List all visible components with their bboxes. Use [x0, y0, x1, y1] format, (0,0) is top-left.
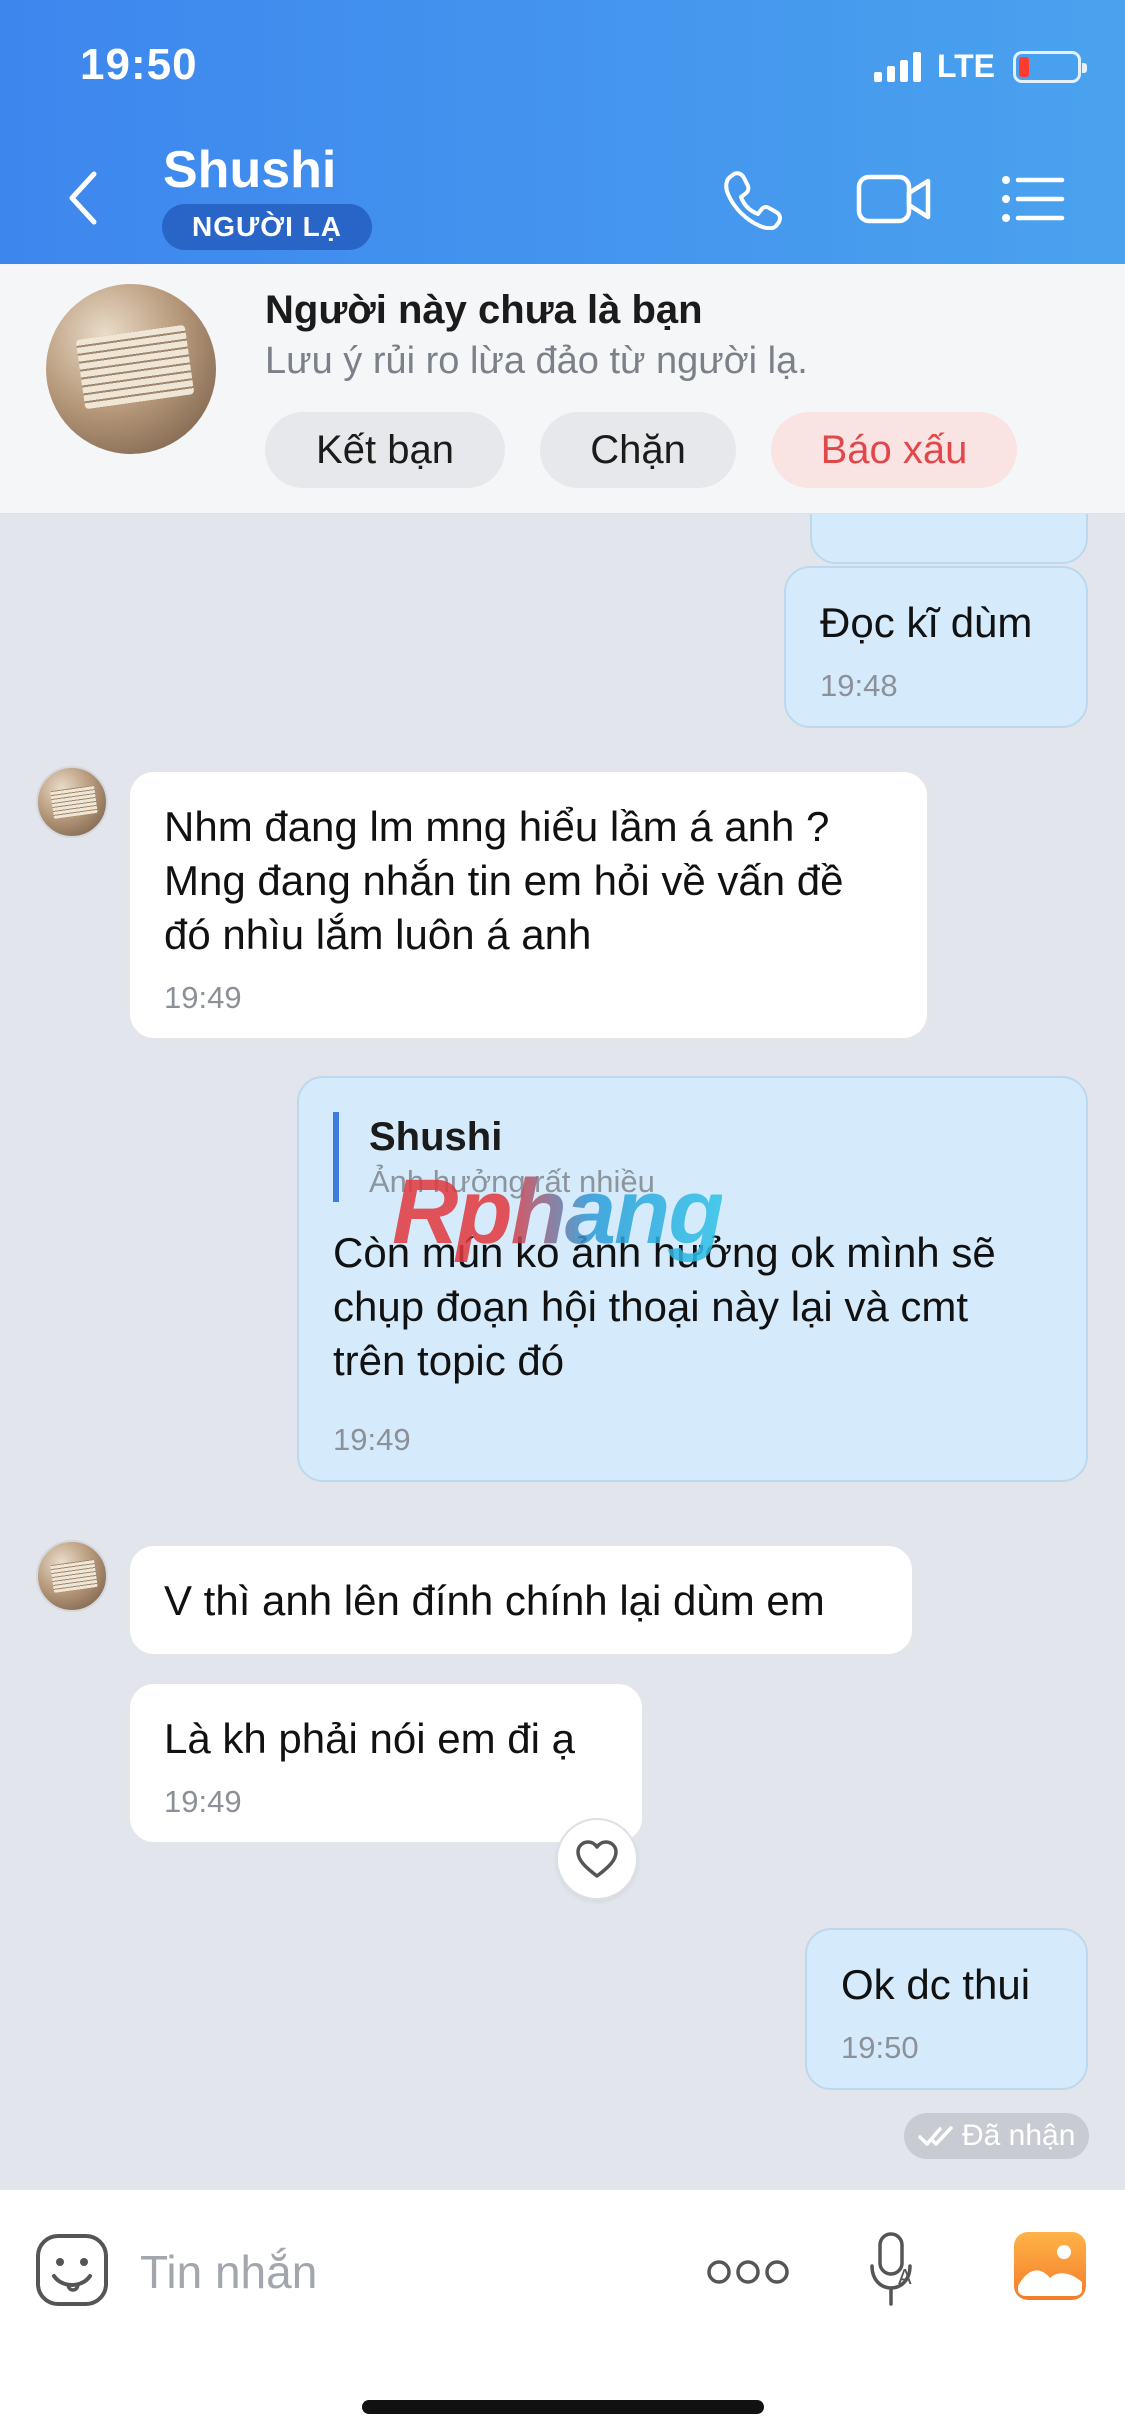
sender-avatar[interactable] — [36, 766, 108, 838]
mic-translate-icon: A — [870, 2232, 912, 2306]
battery-icon — [1013, 50, 1087, 83]
react-button[interactable] — [556, 1818, 638, 1900]
delivery-status-text: Đã nhận — [962, 2119, 1076, 2152]
list-menu-icon — [1002, 176, 1065, 222]
message-input[interactable] — [140, 2240, 660, 2304]
message-text: Nhm đang lm mng hiểu lầm á anh ? Mng đan… — [164, 803, 844, 958]
contact-name[interactable]: Shushi — [163, 140, 336, 200]
message-time: 19:49 — [333, 1422, 411, 1457]
more-options-button[interactable] — [706, 2256, 790, 2288]
add-friend-button[interactable]: Kết bạn — [265, 412, 505, 488]
heart-icon — [576, 1840, 618, 1878]
message-bubble-outgoing[interactable]: Đọc kĩ dùm 19:48 — [784, 566, 1088, 728]
message-bubble-partial[interactable] — [810, 514, 1088, 564]
more-dots-icon — [707, 2260, 789, 2284]
options-menu-button[interactable] — [1000, 168, 1074, 230]
message-text: Đọc kĩ dùm — [820, 599, 1033, 646]
message-bubble-incoming[interactable]: Nhm đang lm mng hiểu lầm á anh ? Mng đan… — [128, 770, 929, 1040]
message-list[interactable]: Đọc kĩ dùm 19:48 Nhm đang lm mng hiểu lầ… — [0, 514, 1125, 2190]
svg-text:A: A — [898, 2265, 912, 2289]
block-button[interactable]: Chặn — [540, 412, 736, 488]
status-indicators: LTE — [873, 48, 1087, 85]
message-time: 19:49 — [164, 1784, 242, 1819]
stranger-notice-panel: Người này chưa là bạn Lưu ý rủi ro lừa đ… — [0, 264, 1125, 514]
contact-avatar[interactable] — [46, 284, 216, 454]
message-text: Ok dc thui — [841, 1961, 1031, 2008]
quoted-text: Ảnh hưởng rất nhiều — [369, 1164, 655, 1199]
message-time: 19:48 — [820, 668, 898, 703]
photo-gallery-button[interactable] — [1012, 2230, 1088, 2302]
chat-header: 19:50 LTE Shushi NGƯỜI LẠ — [0, 0, 1125, 264]
message-text: Còn mún ko ảnh hưởng ok mình sẽ chụp đoạ… — [333, 1229, 996, 1384]
stranger-title: Người này chưa là bạn — [265, 288, 703, 332]
video-call-button[interactable] — [856, 168, 931, 230]
phone-icon — [724, 171, 782, 231]
stranger-badge: NGƯỜI LẠ — [162, 204, 372, 250]
quoted-sender: Shushi — [369, 1115, 503, 1159]
back-arrow-icon — [69, 171, 97, 225]
back-button[interactable] — [60, 168, 110, 228]
network-label: LTE — [936, 48, 995, 84]
quoted-message[interactable]: Shushi Ảnh hưởng rất nhiều — [333, 1112, 1052, 1202]
voice-input-button[interactable]: A — [866, 2230, 922, 2310]
photo-gallery-icon — [1014, 2232, 1086, 2300]
message-bubble-reply[interactable]: Shushi Ảnh hưởng rất nhiều Còn mún ko ản… — [297, 1076, 1088, 1482]
message-bubble-incoming[interactable]: Là kh phải nói em đi ạ 19:49 — [128, 1682, 644, 1844]
status-time: 19:50 — [80, 40, 198, 89]
delivery-status-badge: Đã nhận — [904, 2113, 1090, 2159]
message-bubble-outgoing[interactable]: Ok dc thui 19:50 — [805, 1928, 1088, 2090]
signal-icon — [873, 51, 921, 82]
emoji-button[interactable] — [34, 2232, 110, 2308]
sender-avatar[interactable] — [36, 1540, 108, 1612]
home-indicator — [362, 2400, 764, 2414]
report-button[interactable]: Báo xấu — [771, 412, 1017, 488]
message-time: 19:50 — [841, 2030, 919, 2065]
message-text: V thì anh lên đính chính lại dùm em — [164, 1577, 825, 1624]
message-composer: A — [0, 2190, 1125, 2436]
message-time: 19:49 — [164, 980, 242, 1015]
double-check-icon — [918, 2126, 953, 2146]
video-camera-icon — [856, 174, 931, 224]
message-bubble-incoming[interactable]: V thì anh lên đính chính lại dùm em — [128, 1544, 914, 1656]
stranger-warning: Lưu ý rủi ro lừa đảo từ người lạ. — [265, 340, 808, 382]
call-button[interactable] — [720, 168, 794, 231]
emoji-icon — [36, 2234, 108, 2306]
message-text: Là kh phải nói em đi ạ — [164, 1715, 575, 1762]
